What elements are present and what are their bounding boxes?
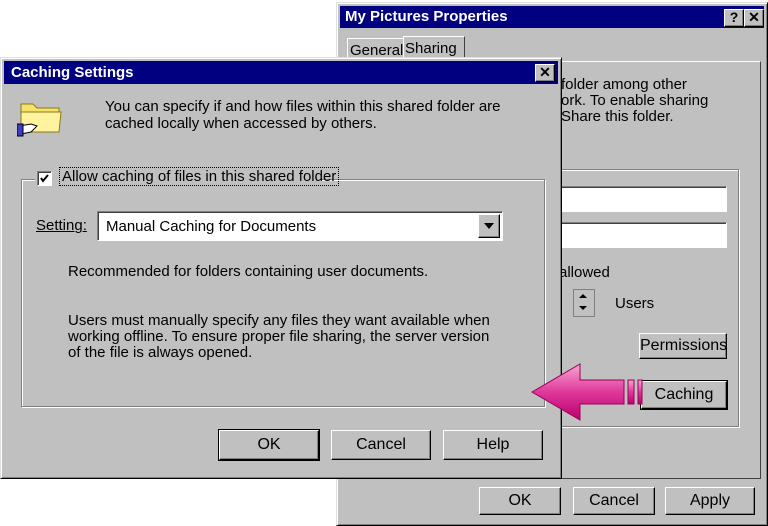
dropdown-arrow-button[interactable] xyxy=(478,214,500,238)
help-button[interactable]: Help xyxy=(443,430,543,460)
recommended-text: Recommended for folders containing user … xyxy=(68,263,429,280)
chevron-down-icon xyxy=(484,223,494,229)
properties-ok-button[interactable]: OK xyxy=(479,487,561,515)
share-name-field[interactable] xyxy=(559,186,727,212)
properties-cancel-button[interactable]: Cancel xyxy=(573,487,655,515)
intro-line2: cached locally when accessed by others. xyxy=(105,115,377,132)
help-title-button[interactable]: ? xyxy=(724,9,744,27)
properties-titlebar: My Pictures Properties ? ✕ xyxy=(340,6,764,28)
sharing-desc-line2: ork. To enable sharing xyxy=(561,92,709,109)
checkmark-icon xyxy=(40,174,49,183)
setting-dropdown-value: Manual Caching for Documents xyxy=(106,218,317,235)
permissions-button[interactable]: Permissions xyxy=(639,333,727,359)
spin-up-icon[interactable] xyxy=(579,294,587,298)
allow-caching-label: Allow caching of files in this shared fo… xyxy=(59,167,340,186)
folder-hand-icon xyxy=(17,103,62,137)
users-label: Users xyxy=(615,295,655,312)
allow-caching-checkbox-row[interactable]: Allow caching of files in this shared fo… xyxy=(35,167,340,189)
ok-button[interactable]: OK xyxy=(218,429,320,461)
close-icon[interactable]: ✕ xyxy=(535,64,555,82)
caching-titlebar: Caching Settings ✕ xyxy=(4,61,558,84)
caching-title: Caching Settings xyxy=(11,64,134,81)
cancel-button[interactable]: Cancel xyxy=(331,430,431,460)
desc-line1: Users must manually specify any files th… xyxy=(68,312,490,329)
users-spinner[interactable] xyxy=(573,289,595,317)
setting-label: Setting: xyxy=(36,217,87,234)
pointer-arrow-icon xyxy=(531,363,643,421)
comment-field[interactable] xyxy=(559,222,727,248)
sharing-desc-line3: Share this folder. xyxy=(561,108,674,125)
sharing-desc-line1: folder among other xyxy=(561,76,687,93)
allowed-label: allowed xyxy=(559,264,610,281)
properties-title: My Pictures Properties xyxy=(345,8,508,25)
close-title-button[interactable]: ✕ xyxy=(744,9,764,27)
desc-line3: of the file is always opened. xyxy=(68,344,253,361)
setting-dropdown[interactable]: Manual Caching for Documents xyxy=(97,211,503,241)
spin-down-icon[interactable] xyxy=(579,306,587,310)
tab-sharing-label: Sharing xyxy=(405,40,457,57)
caching-settings-dialog: Caching Settings ✕ You can specify if an… xyxy=(0,57,562,479)
properties-apply-button[interactable]: Apply xyxy=(665,487,755,515)
desc-line2: working offline. To ensure proper file s… xyxy=(68,328,490,345)
allow-caching-checkbox[interactable] xyxy=(37,171,52,186)
setting-label-text: Setting: xyxy=(36,217,87,234)
intro-line1: You can specify if and how files within … xyxy=(105,98,501,115)
